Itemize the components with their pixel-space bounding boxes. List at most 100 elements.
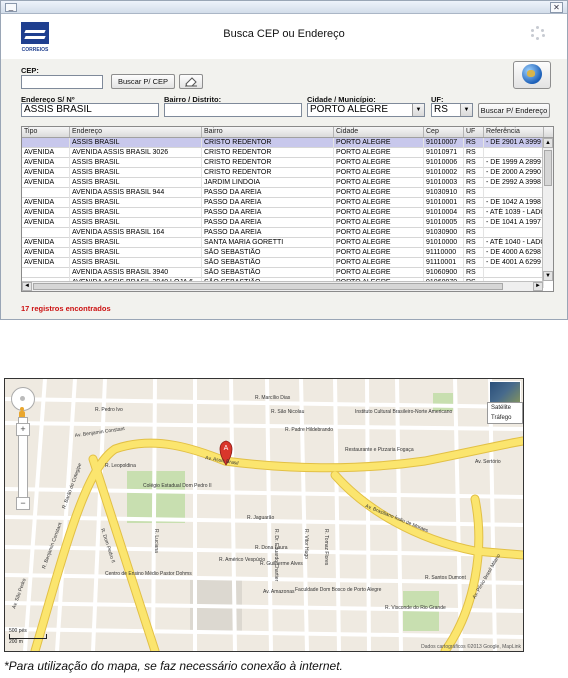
table-header: Tipo Endereço Bairro Cidade Cep UF Referência bbox=[22, 127, 553, 138]
table-row[interactable]: AVENIDA AVENIDA ASSIS BRASIL 3026 CRISTO R… bbox=[22, 148, 544, 158]
table-cell: - DE 1999 A 2899 - bbox=[486, 158, 544, 168]
endereco-input[interactable]: ASSIS BRASIL bbox=[21, 103, 159, 117]
table-cell: AVENIDA ASSIS BRASIL 3940 bbox=[70, 268, 202, 278]
table-cell: PORTO ALEGRE bbox=[334, 188, 424, 198]
table-row[interactable]: AVENIDA ASSIS BRASIL 164 PASSO DA AREIA PO… bbox=[22, 228, 544, 238]
table-cell: - ATÉ 1040 - LADO bbox=[486, 238, 544, 248]
table-cell: 91010003 bbox=[424, 178, 464, 188]
cidade-value: PORTO ALEGRE bbox=[310, 104, 388, 115]
table-row[interactable]: AVENIDA ASSIS BRASIL 944 PASSO DA AREIA PO… bbox=[22, 188, 544, 198]
uf-select[interactable]: RS ▼ bbox=[431, 103, 473, 117]
chevron-down-icon[interactable]: ▼ bbox=[412, 104, 424, 116]
table-cell: AVENIDA ASSIS BRASIL 164 bbox=[70, 228, 202, 238]
horizontal-scrollbar[interactable]: ◄ ► bbox=[22, 281, 543, 291]
street-label: R. Padre Hildebrando bbox=[285, 427, 333, 433]
table-row[interactable]: AVENIDA ASSIS BRASIL PASSO DA AREIA PORTO A… bbox=[22, 208, 544, 218]
eraser-icon[interactable] bbox=[179, 74, 203, 89]
table-cell: RS bbox=[464, 208, 484, 218]
column-header[interactable]: Cep bbox=[424, 127, 464, 137]
scroll-thumb[interactable] bbox=[33, 283, 503, 290]
table-cell: ASSIS BRASIL bbox=[70, 248, 202, 258]
table-row[interactable]: AVENIDA ASSIS BRASIL PASSO DA AREIA PORTO A… bbox=[22, 218, 544, 228]
scroll-left-icon[interactable]: ◄ bbox=[22, 282, 32, 291]
table-cell: AVENIDA bbox=[22, 178, 70, 188]
table-cell: PORTO ALEGRE bbox=[334, 138, 424, 148]
chevron-down-icon[interactable]: ▼ bbox=[460, 104, 472, 116]
table-cell: RS bbox=[464, 228, 484, 238]
table-cell bbox=[484, 188, 544, 198]
table-cell: RS bbox=[464, 138, 484, 148]
scroll-up-icon[interactable]: ▲ bbox=[543, 138, 553, 148]
satellite-thumbnail[interactable] bbox=[489, 381, 521, 403]
table-cell bbox=[484, 148, 544, 158]
table-cell: RS bbox=[464, 198, 484, 208]
table-cell: CRISTO REDENTOR bbox=[202, 168, 334, 178]
cep-search-window: _ ✕ CORREIOS Busca CEP ou Endereço CEP: … bbox=[0, 0, 568, 320]
table-row[interactable]: AVENIDA ASSIS BRASIL CRISTO REDENTOR PORTO … bbox=[22, 158, 544, 168]
table-row[interactable]: AVENIDA ASSIS BRASIL SÃO SEBASTIÃO PORTO AL… bbox=[22, 258, 544, 268]
table-cell: - DE 1042 A 1998 - bbox=[486, 198, 544, 208]
column-header[interactable]: Referência bbox=[484, 127, 544, 137]
globe-map-button[interactable] bbox=[513, 61, 551, 89]
table-cell: RS bbox=[464, 258, 484, 268]
traffic-button[interactable]: Tráfego bbox=[488, 413, 522, 423]
table-cell bbox=[22, 268, 70, 278]
column-header[interactable]: Tipo bbox=[22, 127, 70, 137]
street-map[interactable]: A Av. Benjamin Constant Av. Assis Brasil A… bbox=[4, 378, 524, 652]
close-icon[interactable]: ✕ bbox=[550, 2, 563, 13]
street-label: R. Dr. Eduardo Chartier bbox=[273, 529, 279, 582]
cidade-select[interactable]: PORTO ALEGRE ▼ bbox=[307, 103, 425, 117]
table-row[interactable]: AVENIDA ASSIS BRASIL JARDIM LINDÓIA PORTO A… bbox=[22, 178, 544, 188]
zoom-out-icon[interactable]: − bbox=[16, 497, 30, 510]
table-row[interactable]: AVENIDA ASSIS BRASIL SANTA MARIA GORETTI PO… bbox=[22, 238, 544, 248]
column-header[interactable]: UF bbox=[464, 127, 484, 137]
scroll-thumb[interactable] bbox=[544, 150, 552, 186]
satellite-button[interactable]: Satélite bbox=[488, 403, 522, 413]
column-header[interactable]: Cidade bbox=[334, 127, 424, 137]
table-cell: JARDIM LINDÓIA bbox=[202, 178, 334, 188]
table-cell: PORTO ALEGRE bbox=[334, 268, 424, 278]
column-header[interactable]: Bairro bbox=[202, 127, 334, 137]
street-label: R. São Nicolau bbox=[271, 409, 305, 415]
table-cell: PORTO ALEGRE bbox=[334, 228, 424, 238]
table-cell: 91010971 bbox=[424, 148, 464, 158]
table-row[interactable]: AVENIDA ASSIS BRASIL PASSO DA AREIA PORTO A… bbox=[22, 198, 544, 208]
table-cell: PORTO ALEGRE bbox=[334, 218, 424, 228]
scale-meters: 200 m bbox=[9, 639, 23, 645]
table-cell: 91110001 bbox=[424, 258, 464, 268]
globe-icon bbox=[522, 64, 542, 84]
table-cell: 91010001 bbox=[424, 198, 464, 208]
cep-input[interactable] bbox=[21, 75, 103, 89]
search-by-endereco-button[interactable]: Buscar P/ Endereço bbox=[478, 103, 550, 118]
table-cell: 91060900 bbox=[424, 268, 464, 278]
title-bar: _ ✕ bbox=[1, 1, 567, 14]
street-label: Restaurante e Pizzaria Fogaça bbox=[345, 447, 414, 453]
table-cell: ASSIS BRASIL bbox=[70, 168, 202, 178]
minimize-icon[interactable]: _ bbox=[5, 3, 17, 12]
table-row[interactable]: AVENIDA ASSIS BRASIL SÃO SEBASTIÃO PORTO AL… bbox=[22, 248, 544, 258]
table-cell bbox=[22, 138, 70, 148]
table-cell bbox=[22, 188, 70, 198]
street-label: R. Leopoldina bbox=[105, 463, 136, 469]
table-cell: CRISTO REDENTOR bbox=[202, 158, 334, 168]
bairro-input[interactable] bbox=[164, 103, 302, 117]
table-cell: PASSO DA AREIA bbox=[202, 188, 334, 198]
table-row[interactable]: ASSIS BRASIL CRISTO REDENTOR PORTO ALEGRE 9… bbox=[22, 138, 544, 148]
table-cell: ASSIS BRASIL bbox=[70, 258, 202, 268]
table-row[interactable]: AVENIDA ASSIS BRASIL 3940 SÃO SEBASTIÃO PO… bbox=[22, 268, 544, 278]
zoom-in-icon[interactable]: + bbox=[16, 423, 30, 436]
table-cell: SÃO SEBASTIÃO bbox=[202, 258, 334, 268]
table-cell: AVENIDA bbox=[22, 238, 70, 248]
table-row[interactable]: AVENIDA ASSIS BRASIL CRISTO REDENTOR PORTO … bbox=[22, 168, 544, 178]
table-cell: - DE 4001 A 6299 - bbox=[486, 258, 544, 268]
results-table[interactable]: Tipo Endereço Bairro Cidade Cep UF Referência … bbox=[21, 126, 554, 292]
vertical-scrollbar[interactable]: ▲ ▼ bbox=[542, 138, 553, 281]
table-cell: PASSO DA AREIA bbox=[202, 218, 334, 228]
scroll-down-icon[interactable]: ▼ bbox=[543, 271, 553, 281]
table-cell: 91110000 bbox=[424, 248, 464, 258]
search-by-cep-button[interactable]: Buscar P/ CEP bbox=[111, 74, 175, 89]
table-cell: SANTA MARIA GORETTI bbox=[202, 238, 334, 248]
table-cell: - DE 1041 A 1997 - bbox=[486, 218, 544, 228]
scroll-right-icon[interactable]: ► bbox=[533, 282, 543, 291]
column-header[interactable]: Endereço bbox=[70, 127, 202, 137]
